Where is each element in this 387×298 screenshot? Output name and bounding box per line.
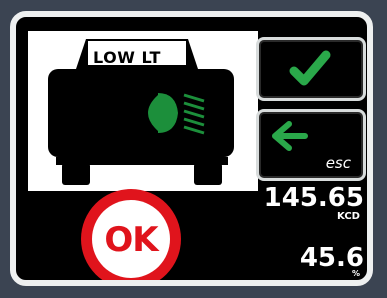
confirm-button[interactable] — [256, 37, 366, 101]
device-screen: LOW LT esc 145.65 KCD 45.6 % OK — [10, 11, 373, 286]
ok-status-badge: OK — [81, 189, 181, 280]
intensity-value: 145.65 — [263, 183, 364, 213]
ok-status-text: OK — [104, 220, 158, 260]
vehicle-display: LOW LT — [28, 31, 258, 191]
intensity-unit: KCD — [337, 211, 360, 222]
percent-unit: % — [351, 269, 360, 278]
arrow-left-icon — [272, 121, 308, 151]
escape-label: esc — [325, 154, 351, 172]
escape-button[interactable]: esc — [256, 109, 366, 181]
checkmark-icon — [289, 50, 331, 86]
mode-label: LOW LT — [93, 48, 161, 67]
